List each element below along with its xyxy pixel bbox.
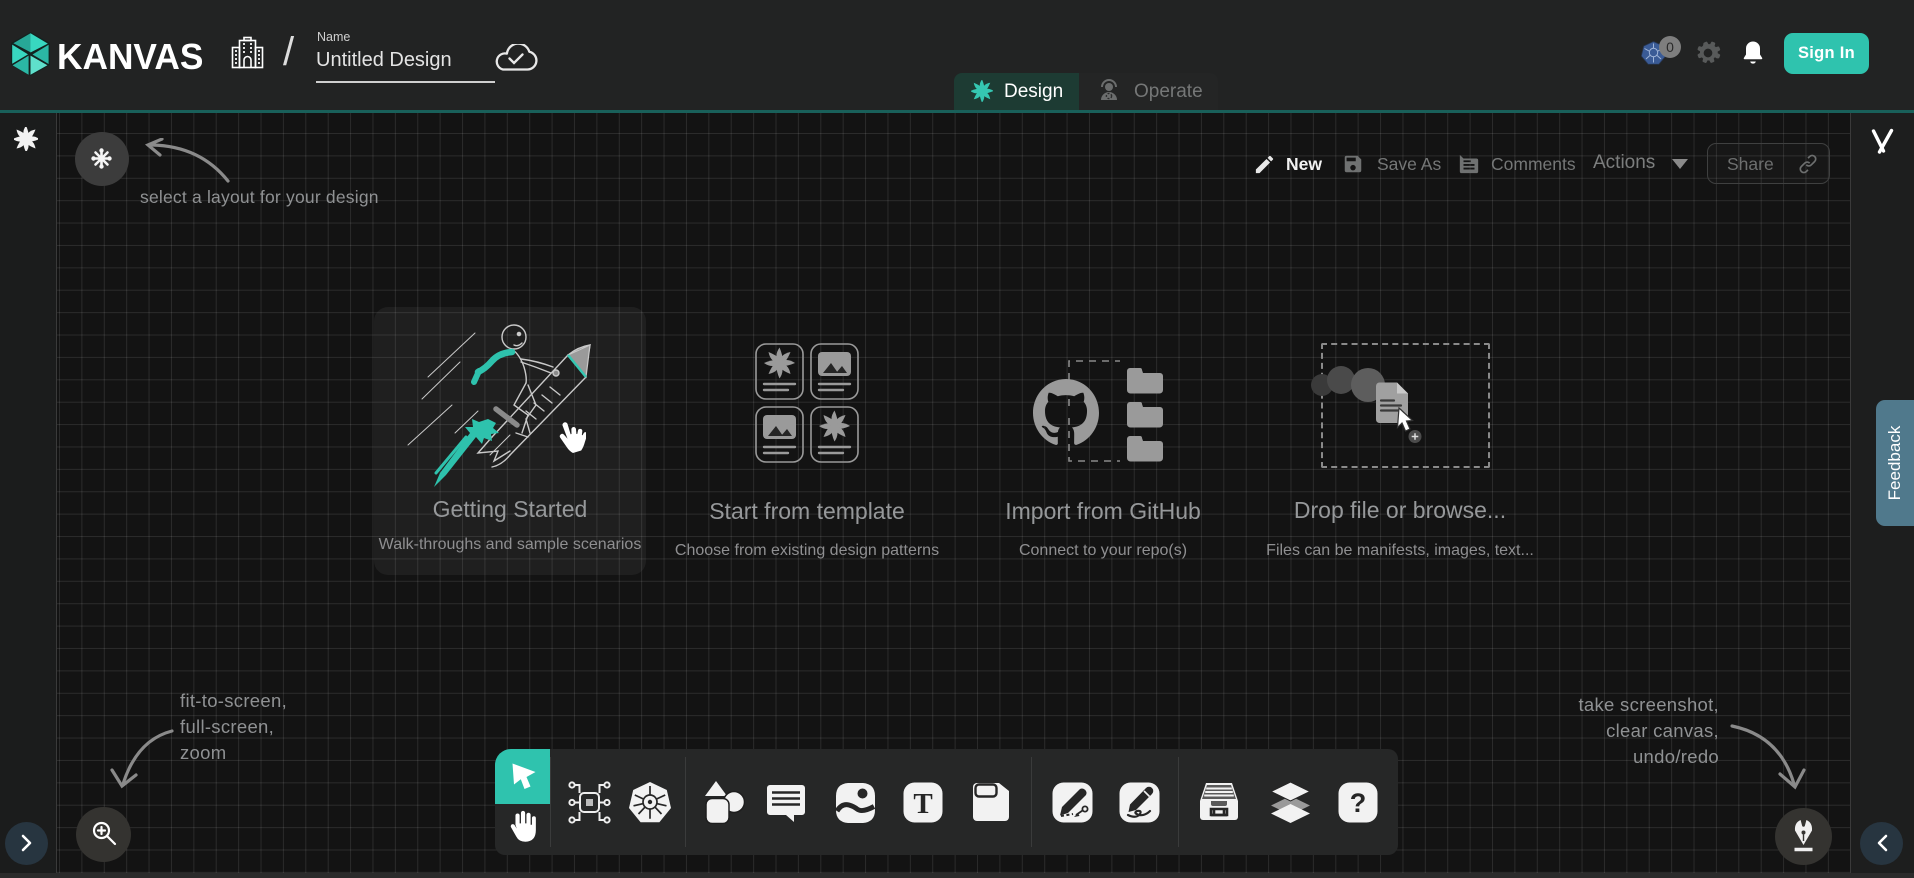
svg-text:T: T (913, 788, 932, 820)
svg-text:?: ? (1350, 788, 1367, 818)
